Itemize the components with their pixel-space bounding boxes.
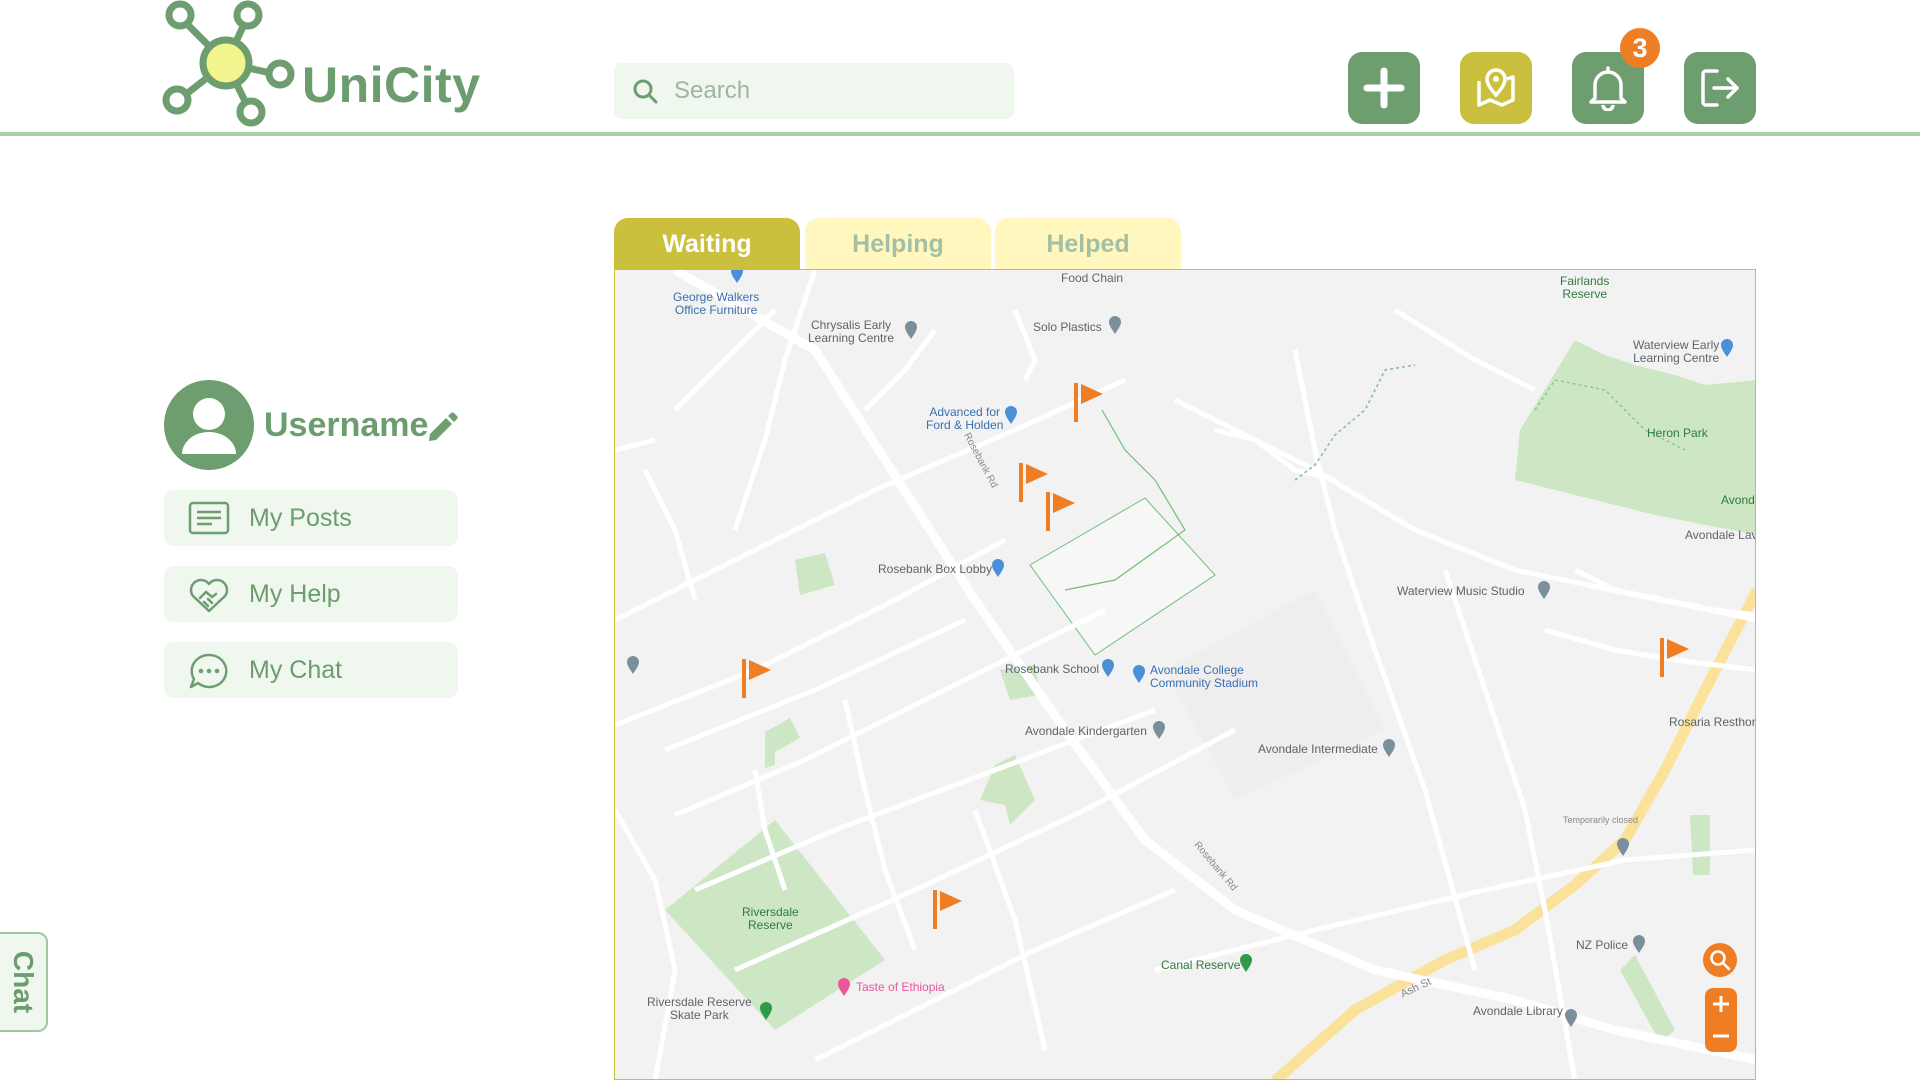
place-pin-icon — [1005, 406, 1017, 424]
map-label-avondale-college: Avondale College Community Stadium — [1150, 663, 1259, 690]
map-zoom-control — [1705, 988, 1737, 1052]
place-pin-icon — [1133, 665, 1145, 683]
request-flag-icon[interactable] — [1073, 380, 1105, 424]
zoom-out-button[interactable] — [1705, 1020, 1737, 1052]
place-pin-icon — [992, 559, 1004, 577]
map-search-button[interactable] — [1703, 943, 1737, 977]
place-pin-icon — [1383, 739, 1395, 757]
map-search-icon — [1710, 950, 1731, 971]
heart-handshake-icon — [189, 578, 229, 613]
map-label-nz-police: NZ Police — [1576, 938, 1629, 952]
tab-helped[interactable]: Helped — [995, 218, 1181, 270]
place-pin-icon — [1240, 954, 1252, 972]
map-label-fairlands: Fairlands Reserve — [1560, 274, 1610, 301]
map-view[interactable]: George Walkers Office Furniture Chrysalis… — [614, 269, 1756, 1080]
app-name: UniCity — [302, 57, 481, 113]
my-chat-label: My Chat — [249, 656, 343, 684]
my-help-button[interactable]: My Help — [164, 566, 458, 622]
avatar[interactable] — [164, 380, 254, 470]
map-label-advanced-ford: Advanced for Ford & Holden — [926, 405, 1004, 432]
map-label-avondale-kindergarten: Avondale Kindergarten — [1025, 724, 1147, 738]
map-label-avondale-intermediate: Avondale Intermediate — [1258, 742, 1378, 756]
map-label-skate-park: Riversdale Reserve Skate Park — [647, 995, 752, 1022]
request-flag-icon[interactable] — [741, 656, 773, 700]
map-label-avonda: Avonda — [1721, 493, 1755, 507]
my-chat-button[interactable]: My Chat — [164, 642, 458, 698]
username: Username — [264, 406, 429, 444]
map-label-temp-closed: Temporarily closed — [1563, 815, 1639, 825]
map-label-avondale-lav: Avondale Lav — [1685, 528, 1756, 542]
my-help-label: My Help — [249, 580, 341, 608]
notification-count-badge: 3 — [1620, 28, 1660, 68]
edit-pencil-icon[interactable] — [424, 410, 460, 446]
map-label-canal-reserve: Canal Reserve — [1161, 958, 1241, 972]
map-label-waterview-early: Waterview Early Learning Centre — [1633, 338, 1720, 365]
my-posts-label: My Posts — [249, 504, 352, 532]
search-input[interactable] — [674, 63, 994, 119]
chat-side-tab[interactable]: Chat — [0, 932, 48, 1032]
place-pin-icon — [627, 656, 639, 674]
map-label-waterview-music: Waterview Music Studio — [1397, 584, 1525, 598]
chat-bubble-icon — [189, 653, 228, 689]
request-flag-icon[interactable] — [1045, 489, 1077, 533]
place-pin-icon — [1538, 581, 1550, 599]
place-pin-icon — [1153, 721, 1165, 739]
logo-network-icon — [162, 0, 295, 127]
user-icon — [182, 398, 236, 454]
search-bar[interactable] — [614, 63, 1014, 119]
place-pin-icon — [838, 978, 850, 996]
map-label-riversdale-reserve: Riversdale Reserve — [742, 905, 799, 932]
plus-icon — [1363, 67, 1405, 109]
place-pin-icon — [731, 270, 743, 283]
place-pin-icon — [905, 321, 917, 339]
map-label-taste-of-ethiopia: Taste of Ethiopia — [856, 980, 945, 994]
request-flag-icon[interactable] — [932, 887, 964, 931]
place-pin-icon — [1109, 316, 1121, 334]
posts-icon — [188, 501, 230, 535]
place-pin-icon — [1721, 339, 1733, 357]
map-pin-icon — [1477, 68, 1515, 107]
tab-waiting[interactable]: Waiting — [614, 218, 800, 270]
tab-helping[interactable]: Helping — [805, 218, 991, 270]
map-label-chrysalis: Chrysalis Early Learning Centre — [808, 318, 895, 345]
map-label-rosebank-box: Rosebank Box Lobby — [878, 562, 993, 576]
search-icon — [633, 79, 658, 104]
place-pin-icon — [1565, 1009, 1577, 1027]
zoom-out-icon — [1713, 1034, 1729, 1038]
map-label-solo-plastics: Solo Plastics — [1033, 320, 1102, 334]
map-label-food-chain: Food Chain — [1061, 271, 1124, 285]
place-pin-icon — [1633, 935, 1645, 953]
map-label-rosebank-school: Rosebank School — [1005, 662, 1100, 676]
create-post-button[interactable] — [1348, 52, 1420, 124]
my-posts-button[interactable]: My Posts — [164, 490, 458, 546]
map-view-button[interactable] — [1460, 52, 1532, 124]
map-label-george-walkers: George Walkers Office Furniture — [673, 290, 760, 317]
map-label-rosaria: Rosaria Resthor — [1669, 715, 1756, 729]
place-pin-icon — [1102, 659, 1114, 677]
place-pin-icon — [1617, 838, 1629, 856]
place-pin-icon — [760, 1002, 772, 1020]
zoom-in-button[interactable] — [1705, 988, 1737, 1020]
logout-icon — [1701, 69, 1739, 107]
logout-button[interactable] — [1684, 52, 1756, 124]
app-header: UniCity 3 — [0, 0, 1920, 136]
map-label-heron-park: Heron Park — [1647, 426, 1708, 440]
request-flag-icon[interactable] — [1659, 635, 1691, 679]
zoom-in-icon — [1713, 996, 1729, 1012]
app-logo[interactable]: UniCity — [160, 0, 480, 130]
map-label-avondale-library: Avondale Library — [1473, 1004, 1563, 1018]
chat-side-tab-label: Chat — [8, 950, 39, 1014]
bell-icon — [1589, 66, 1627, 111]
